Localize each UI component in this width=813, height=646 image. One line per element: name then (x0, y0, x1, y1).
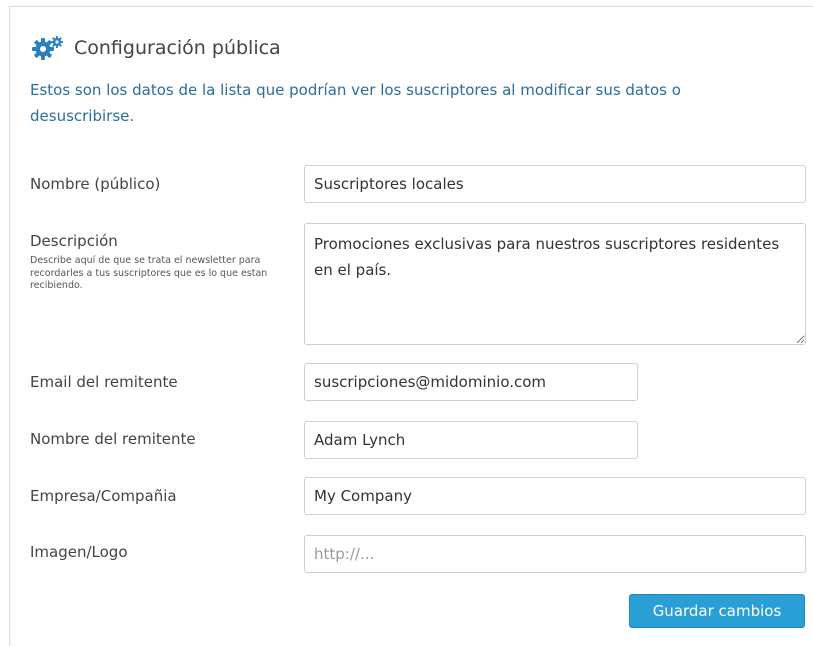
section-header: Configuración pública (30, 35, 281, 61)
sender-name-label: Nombre del remitente (30, 430, 196, 448)
public-name-input[interactable] (304, 165, 806, 203)
section-intro: Estos son los datos de la lista que podr… (30, 81, 681, 125)
logo-label: Imagen/Logo (30, 543, 128, 561)
public-settings-panel: Configuración pública Estos son los dato… (9, 6, 813, 646)
company-input[interactable] (304, 477, 806, 515)
sender-name-input[interactable] (304, 421, 638, 459)
public-name-label: Nombre (público) (30, 175, 161, 193)
sender-email-input[interactable] (304, 363, 638, 401)
gears-icon (30, 35, 68, 61)
save-changes-button[interactable]: Guardar cambios (629, 594, 805, 628)
section-title: Configuración pública (74, 37, 281, 59)
sender-email-label: Email del remitente (30, 373, 178, 391)
description-textarea[interactable]: Promociones exclusivas para nuestros sus… (304, 223, 806, 345)
description-label: Descripción (30, 232, 118, 250)
description-hint: Describe aquí de que se trata el newslet… (30, 255, 268, 291)
logo-url-input[interactable] (304, 535, 806, 573)
company-label: Empresa/Compañia (30, 487, 177, 505)
